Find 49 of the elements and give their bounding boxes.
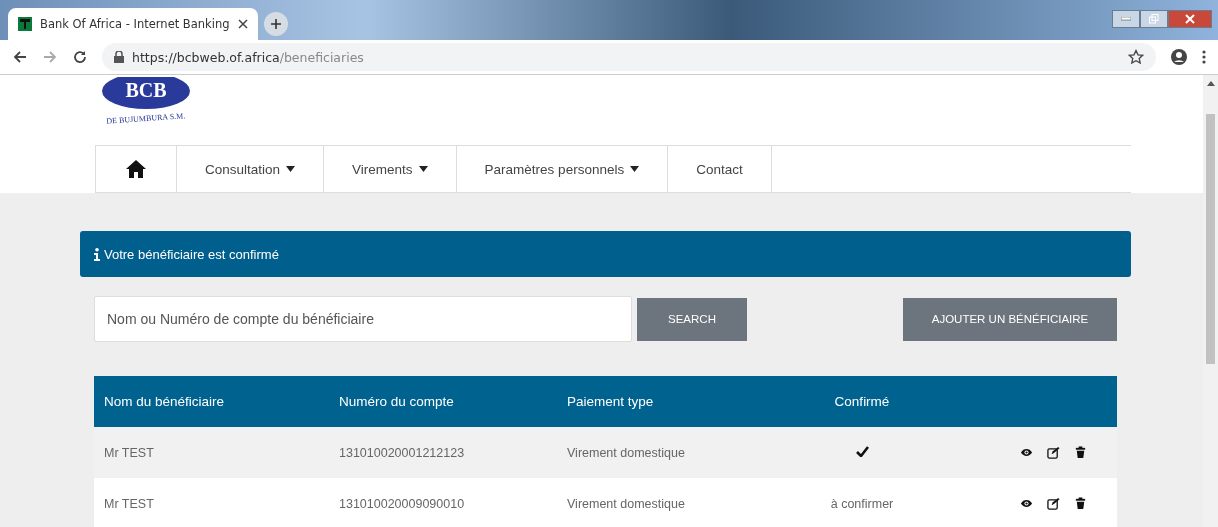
- column-header: Paiement type: [557, 376, 792, 427]
- close-icon[interactable]: [237, 19, 248, 29]
- bank-logo-icon: [18, 17, 32, 31]
- home-button[interactable]: [95, 146, 177, 192]
- restore-button[interactable]: [1140, 10, 1168, 28]
- scroll-up-arrow-icon[interactable]: [1206, 81, 1215, 86]
- new-tab-button[interactable]: [263, 12, 288, 36]
- minimize-icon: [1121, 17, 1131, 21]
- trash-icon[interactable]: [1074, 446, 1087, 459]
- restore-icon: [1149, 14, 1159, 24]
- info-icon: [94, 247, 100, 261]
- profile-icon[interactable]: [1170, 48, 1188, 66]
- table-cell: Mr TEST: [94, 427, 329, 478]
- column-header: Nom du bénéficiaire: [94, 376, 329, 427]
- scrollbar[interactable]: [1203, 75, 1218, 527]
- search-button[interactable]: SEARCH: [637, 297, 747, 341]
- column-header: Confirmé: [792, 376, 932, 427]
- close-window-button[interactable]: [1168, 10, 1212, 28]
- plus-icon: [269, 18, 282, 30]
- table-cell: 131010020001212123: [329, 427, 557, 478]
- nav-menu-item[interactable]: Contact: [668, 146, 772, 192]
- browser-tab[interactable]: Bank Of Africa - Internet Banking: [8, 8, 258, 40]
- table-cell: Mr TEST: [94, 478, 329, 527]
- address-bar[interactable]: https://bcbweb.of.africa/beneficiaries: [102, 43, 1156, 71]
- table-cell: 131010020009090010: [329, 478, 557, 527]
- nav-menu-item[interactable]: Consultation: [177, 146, 325, 192]
- back-arrow-icon[interactable]: [12, 49, 28, 65]
- column-header: Numéro du compte: [329, 376, 557, 427]
- minimize-button[interactable]: [1112, 10, 1140, 28]
- bank-logo: BCB DE BUJUMBURA S.M.: [86, 77, 206, 127]
- table-cell: Virement domestique: [557, 427, 792, 478]
- trash-icon[interactable]: [1074, 497, 1087, 510]
- eye-icon[interactable]: [1020, 446, 1033, 459]
- lock-icon: [114, 51, 124, 63]
- edit-icon[interactable]: [1047, 446, 1060, 459]
- pending-status: à confirmer: [830, 496, 894, 511]
- alert-message: Votre bénéficiaire est confirmé: [104, 246, 279, 262]
- add-beneficiary-button[interactable]: AJOUTER UN BÉNÉFICIAIRE: [903, 297, 1117, 341]
- home-icon: [125, 159, 147, 179]
- reload-icon[interactable]: [72, 49, 88, 65]
- search-field[interactable]: Nom ou Numéro de compte du bénéficiaire: [94, 296, 632, 342]
- table-cell: Virement domestique: [557, 478, 792, 527]
- star-icon[interactable]: [1128, 49, 1144, 65]
- menu-icon[interactable]: [1202, 49, 1206, 65]
- close-icon: [1185, 14, 1195, 24]
- nav-menu-item[interactable]: Paramètres personnels: [456, 146, 669, 192]
- edit-icon[interactable]: [1047, 497, 1060, 510]
- eye-icon[interactable]: [1020, 497, 1033, 510]
- nav-menu-item[interactable]: Virements: [324, 146, 457, 192]
